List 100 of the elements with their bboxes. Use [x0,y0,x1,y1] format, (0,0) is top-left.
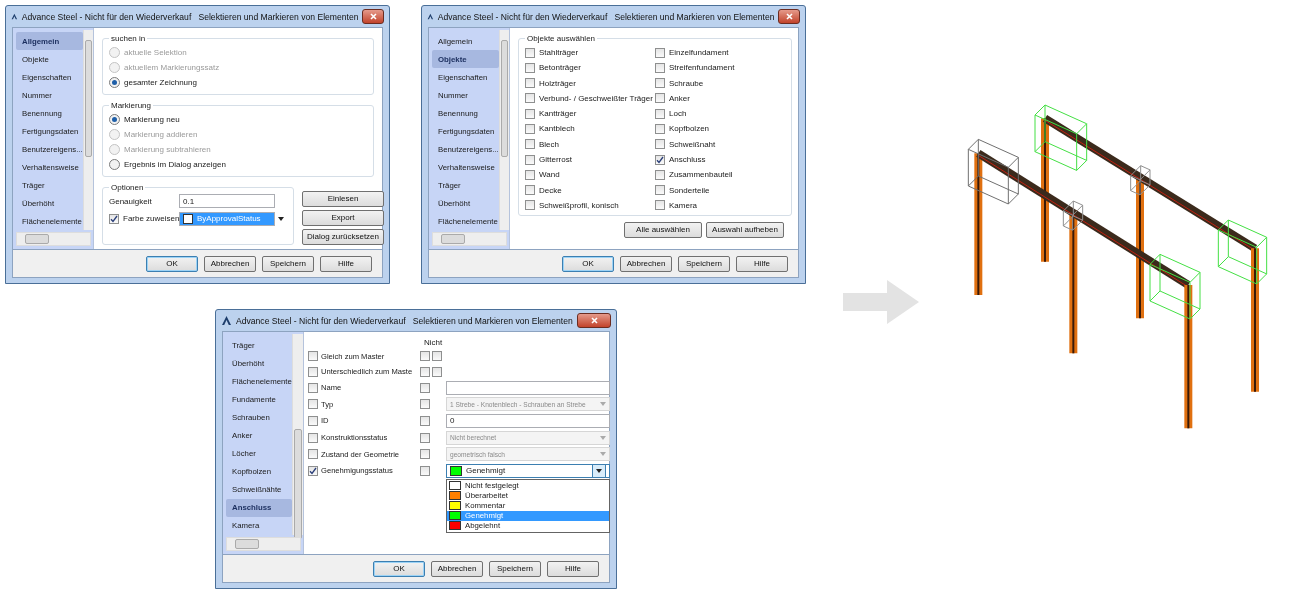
checkbox[interactable] [525,185,535,196]
checkbox[interactable] [420,465,430,476]
checkbox-label: Holzträger [539,78,576,88]
checkbox[interactable] [432,366,442,377]
text-field[interactable]: 0 [446,413,610,428]
checkbox-label: Schraube [669,78,704,88]
dialog-button[interactable]: Abbrechen [204,255,256,272]
checkbox-label: Blech [539,139,559,149]
dialog-button[interactable]: OK [373,560,425,577]
group-label: suchen in [110,34,147,43]
scrollbar[interactable] [226,537,301,551]
checkbox[interactable] [525,47,535,58]
checkbox-label: Sonderteile [669,185,710,195]
checkbox[interactable] [525,62,535,73]
window-title: Advance Steel - Nicht für den Wiederverkauf Selektieren und Markieren von Elementen [21,11,359,22]
dialog-button[interactable]: Speichern [678,255,730,272]
checkbox[interactable] [109,213,119,224]
checkbox[interactable] [420,415,430,426]
checkbox-label: Schweißprofil, konisch [539,200,619,210]
checkbox-label: Kantträger [539,109,577,119]
caret-icon [600,452,606,457]
window-title: Advance Steel - Nicht für den Wiederverkauf Selektieren und Markieren von Elementen [437,11,775,22]
checkbox-label: Kopfbolzen [669,124,710,134]
checkbox-label: Decke [539,185,562,195]
group-label: Optionen [110,183,145,192]
radio-label: Markierung neu [124,115,180,124]
radio-button[interactable] [109,77,120,88]
checkbox-label: Verbund- / Geschweißter Träger [539,93,653,103]
action-button[interactable]: Auswahl aufheben [706,222,784,239]
close-icon [590,317,598,324]
checkbox-label: Gitterrost [539,155,572,165]
checkbox[interactable] [308,415,318,426]
scrollbar[interactable] [82,30,93,230]
checkbox[interactable] [308,366,318,377]
checkbox[interactable] [525,200,535,211]
dialog-button[interactable]: Speichern [262,255,314,272]
checkbox[interactable] [655,93,665,104]
group-label: Objekte auswählen [526,34,597,43]
checkbox-label: Schweißnaht [669,139,716,149]
scrollbar[interactable] [16,232,91,246]
checkbox[interactable] [655,124,665,134]
close-button[interactable] [577,313,611,328]
close-icon [369,13,377,20]
checkbox-label: Einzelfundament [669,48,729,57]
checkbox-label: Betonträger [539,63,581,73]
checkbox-label: Anker [669,93,690,103]
checkbox-label: Streifenfundament [669,63,735,73]
dialog-button[interactable]: Hilfe [736,255,788,272]
caret-icon [278,216,284,221]
caret-icon [596,468,602,473]
checkbox[interactable] [655,47,665,58]
checkbox[interactable] [655,108,665,119]
radio-label: aktuelle Selektion [124,48,187,57]
checkbox[interactable] [308,382,318,393]
text-field[interactable] [446,380,610,395]
scrollbar[interactable] [432,232,507,246]
checkbox[interactable] [308,465,318,476]
checkbox[interactable] [655,62,665,73]
checkbox[interactable] [420,351,430,362]
close-button[interactable] [362,9,384,24]
checkbox[interactable] [432,351,442,362]
action-button[interactable]: Dialog zurücksetzen [302,229,384,245]
caret-icon [600,402,606,407]
checkbox-label: Loch [669,109,687,119]
checkbox[interactable] [525,78,535,89]
checkbox-label: Zusammenbauteil [669,170,733,180]
checkbox[interactable] [655,169,665,180]
action-button[interactable]: Einlesen [302,191,384,207]
right-arrow-icon [843,280,919,324]
checkbox[interactable] [525,93,535,104]
dialog-button[interactable]: Hilfe [320,255,372,272]
radio-button[interactable] [109,159,120,170]
checkbox[interactable] [308,351,318,362]
radio-button[interactable] [109,114,120,125]
checkbox[interactable] [420,382,430,393]
dialog-button[interactable]: Speichern [489,560,541,577]
checkbox[interactable] [655,78,665,89]
checkbox[interactable] [655,200,665,211]
dialog-button[interactable]: OK [146,255,198,272]
dialog-button[interactable]: OK [562,255,614,272]
checkbox[interactable] [525,154,535,165]
checkbox[interactable] [655,139,665,150]
action-button[interactable]: Export [302,210,384,226]
checkbox[interactable] [655,154,665,165]
checkbox[interactable] [525,108,535,119]
accuracy-field[interactable]: 0.1 [179,194,275,208]
dialog-button[interactable]: Abbrechen [620,255,672,272]
checkbox[interactable] [420,366,430,377]
checkbox[interactable] [655,185,665,196]
radio-label: Markierung subtrahieren [124,145,211,154]
checkbox-label: Anschluss [669,155,706,165]
close-button[interactable] [778,9,800,24]
checkbox[interactable] [525,169,535,180]
checkbox[interactable] [525,124,535,134]
dialog-button[interactable]: Hilfe [547,560,599,577]
dialog-button[interactable]: Abbrechen [431,560,483,577]
scrollbar[interactable] [498,30,509,230]
color-dropdown[interactable]: Genehmigt [446,463,610,478]
action-button[interactable]: Alle auswählen [624,222,702,239]
checkbox[interactable] [525,139,535,150]
